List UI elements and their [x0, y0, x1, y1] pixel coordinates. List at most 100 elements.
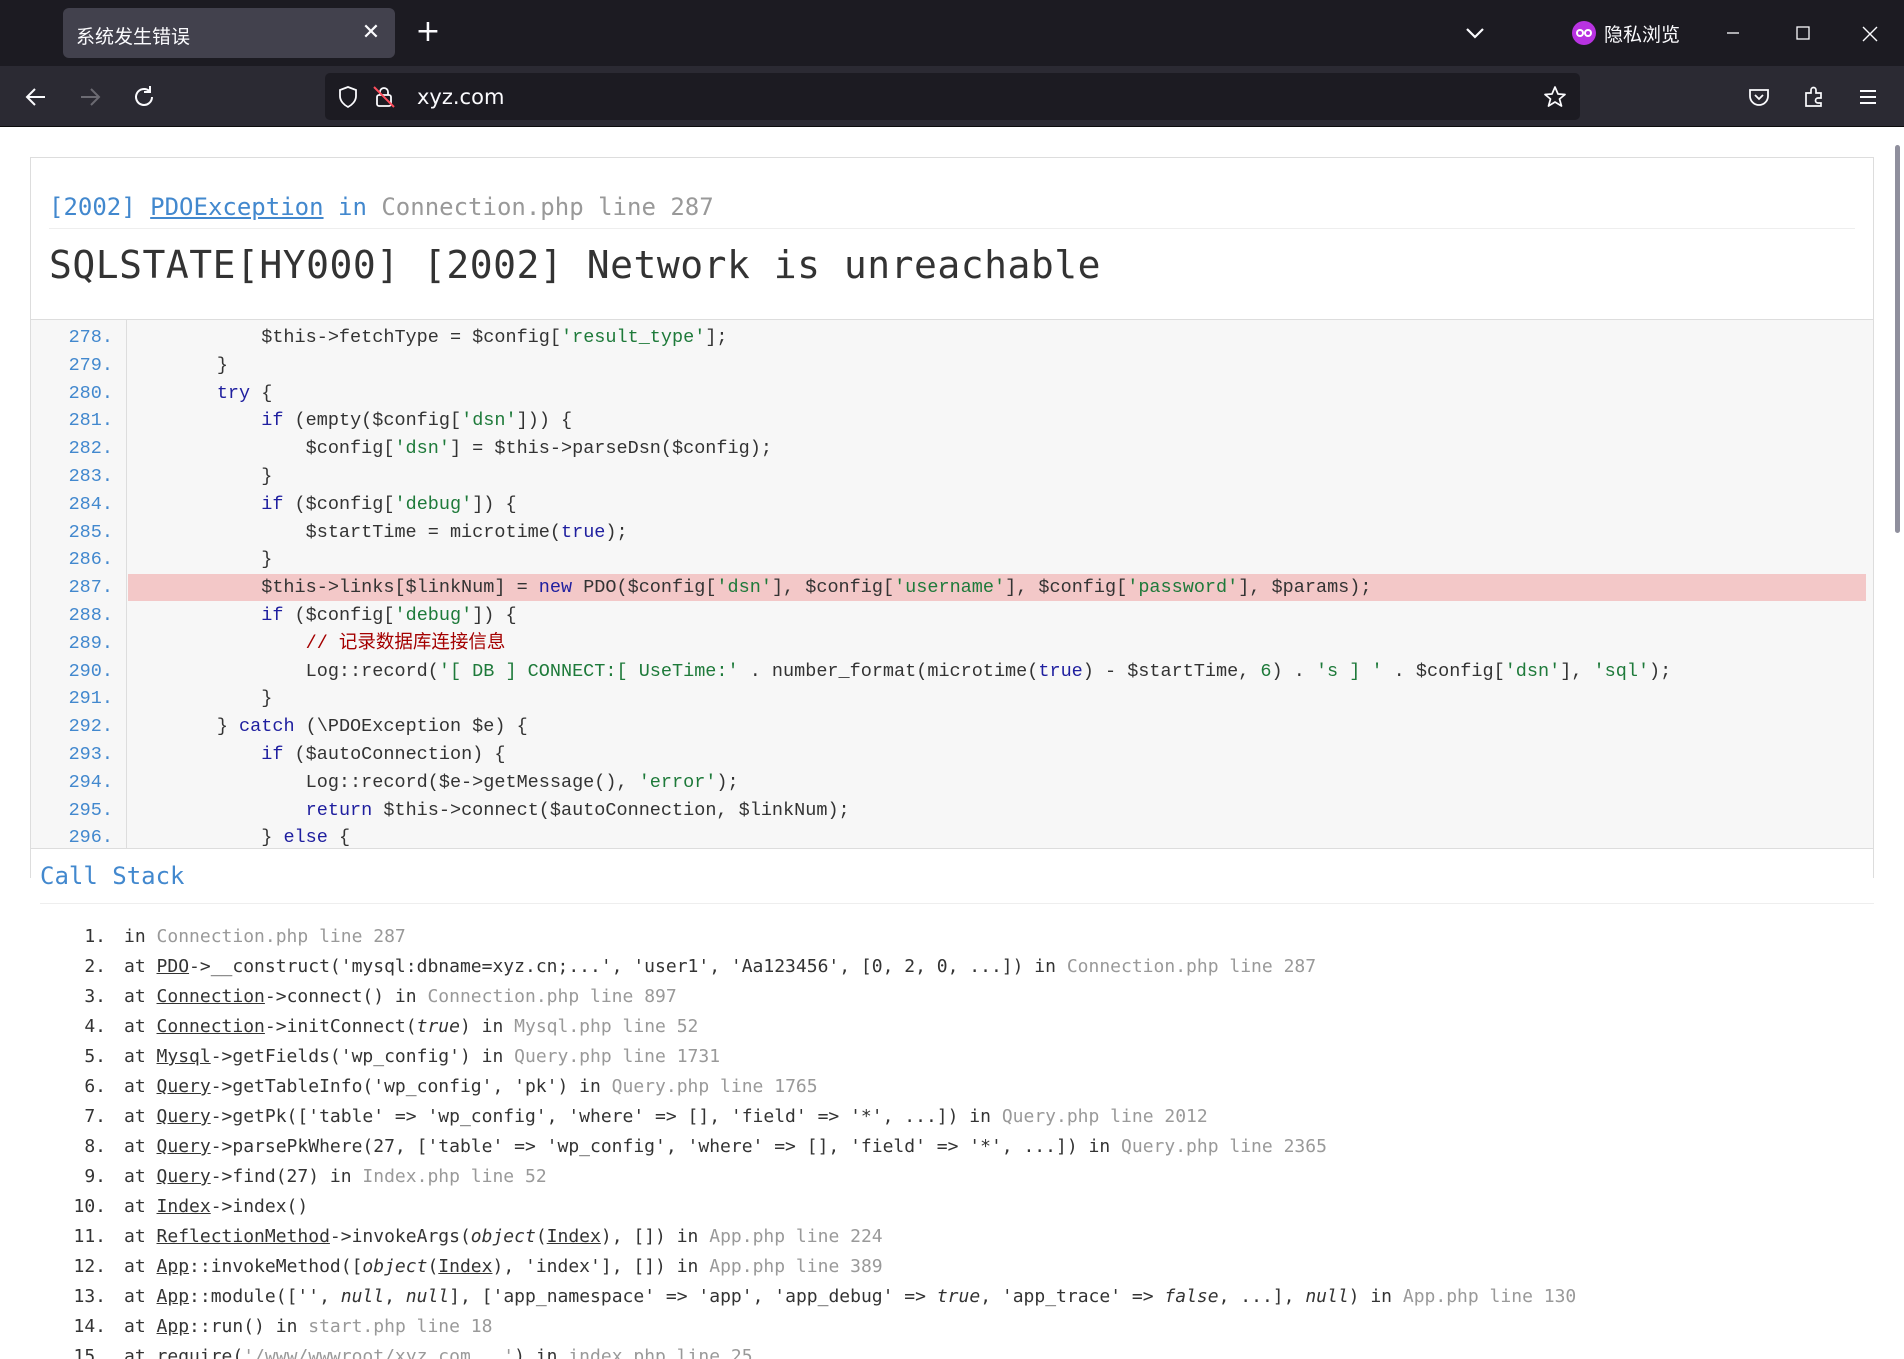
tab-title: 系统发生错误: [76, 26, 191, 48]
maximize-icon[interactable]: [1782, 14, 1822, 52]
exception-panel: [2002] PDOException in Connection.php li…: [30, 157, 1874, 878]
stack-frame-text: at Connection->initConnect(true) in Mysq…: [124, 1016, 699, 1037]
stack-frame: 1. in Connection.php line 287: [40, 922, 1874, 952]
minimize-icon[interactable]: [1713, 14, 1753, 52]
line-number: 296.: [68, 827, 113, 849]
close-window-icon[interactable]: [1850, 14, 1890, 52]
code-line: if ($config['debug']) {: [261, 605, 517, 626]
private-mask-icon: [1572, 21, 1596, 45]
bookmark-star-icon[interactable]: [1542, 84, 1568, 110]
stack-frame-number: 11.: [73, 1226, 106, 1247]
line-number: 288.: [68, 605, 113, 626]
private-browsing-indicator: 隐私浏览: [1572, 18, 1680, 48]
stack-frame: 10. at Index->index(): [40, 1192, 1874, 1222]
forward-arrow-icon[interactable]: [72, 79, 108, 115]
code-line: $startTime = microtime(true);: [128, 521, 628, 543]
address-bar[interactable]: xyz.com: [325, 73, 1580, 120]
url-text[interactable]: xyz.com: [417, 85, 504, 109]
line-number: 285.: [68, 521, 113, 543]
new-tab-icon[interactable]: +: [412, 16, 444, 48]
line-number: 291.: [68, 688, 113, 710]
stack-frame-number: 13.: [73, 1286, 106, 1307]
pocket-icon[interactable]: [1741, 79, 1777, 115]
code-line: if ($config['debug']) {: [261, 493, 517, 515]
code-line: } catch (\PDOException $e) {: [128, 716, 528, 738]
stack-frame-number: 12.: [73, 1256, 106, 1277]
line-number: 281.: [68, 410, 113, 432]
stack-frame-number: 4.: [84, 1016, 106, 1037]
stack-frame-text: at Query->find(27) in Index.php line 52: [124, 1166, 547, 1187]
stack-frame-number: 7.: [84, 1106, 106, 1127]
exception-code: [2002]: [49, 193, 136, 221]
code-line: }: [128, 688, 273, 710]
line-number: 283.: [68, 466, 113, 487]
reload-icon[interactable]: [126, 79, 162, 115]
stack-frame: 12. at App::invokeMethod([object(Index), …: [40, 1252, 1874, 1282]
code-line: }: [128, 549, 273, 571]
stack-frame: 15. at require('/www/wwwroot/xyz.com...')…: [40, 1342, 1874, 1359]
line-number: 294.: [68, 771, 113, 793]
line-number: 295.: [68, 799, 113, 821]
line-number: 279.: [68, 354, 113, 376]
code-line: $config['dsn'] = $this->parseDsn($config…: [128, 438, 772, 460]
code-line: Log::record('[ DB ] CONNECT:[ UseTime:' …: [128, 660, 1672, 682]
stack-frame-text: at Index->index(): [124, 1196, 309, 1217]
line-number: 282.: [68, 438, 113, 460]
line-number: 280.: [68, 382, 113, 404]
browser-navbar: xyz.com: [0, 66, 1904, 127]
code-line: // 记录数据库连接信息: [128, 632, 506, 654]
code-line: }: [128, 354, 228, 376]
stack-frame-number: 8.: [84, 1136, 106, 1157]
menu-icon[interactable]: [1850, 79, 1886, 115]
stack-frame-text: at Query->parsePkWhere(27, ['table' => '…: [124, 1136, 1327, 1157]
stack-frame: 14. at App::run() in start.php line 18: [40, 1312, 1874, 1342]
browser-tab[interactable]: 系统发生错误 ✕: [63, 8, 395, 58]
line-number: 292.: [68, 716, 113, 738]
stack-frame: 3. at Connection->connect() in Connection…: [40, 982, 1874, 1012]
extensions-icon[interactable]: [1796, 79, 1832, 115]
line-number: 290.: [68, 660, 113, 682]
call-stack-title: Call Stack: [40, 862, 1874, 904]
stack-frame-text: at App::run() in start.php line 18: [124, 1316, 493, 1337]
line-number: 284.: [68, 493, 113, 515]
close-tab-icon[interactable]: ✕: [357, 19, 385, 47]
stack-frame-number: 5.: [84, 1046, 106, 1067]
code-line: }: [128, 466, 273, 487]
page-scrollbar[interactable]: [1895, 145, 1900, 533]
code-line: if ($autoConnection) {: [261, 744, 506, 765]
shield-icon[interactable]: [335, 84, 361, 110]
insecure-lock-icon[interactable]: [371, 84, 397, 110]
stack-frame-number: 10.: [73, 1196, 106, 1217]
stack-frame-number: 2.: [84, 956, 106, 977]
stack-frame: 7. at Query->getPk(['table' => 'wp_config…: [40, 1102, 1874, 1132]
exception-file: Connection.php line 287: [381, 193, 714, 221]
exception-header: [2002] PDOException in Connection.php li…: [49, 193, 1855, 229]
line-number: 289.: [68, 632, 113, 654]
code-line: } else {: [128, 827, 351, 849]
stack-frame: 6. at Query->getTableInfo('wp_config', 'p…: [40, 1072, 1874, 1102]
stack-frame-number: 15.: [73, 1346, 106, 1359]
source-code-block: 278. 279. 280. 281. 282. 283. 284. 285. 286. 287.…: [31, 319, 1873, 849]
stack-frame-number: 14.: [73, 1316, 106, 1337]
stack-frame: 2. at PDO->__construct('mysql:dbname=xyz.…: [40, 952, 1874, 982]
chevron-down-icon[interactable]: [1460, 18, 1490, 48]
stack-frame: 8. at Query->parsePkWhere(27, ['table' =>…: [40, 1132, 1874, 1162]
stack-frame-text: in Connection.php line 287: [124, 926, 406, 947]
back-arrow-icon[interactable]: [18, 79, 54, 115]
exception-info: [2002] PDOException in Connection.php li…: [49, 193, 1855, 287]
line-number: 293.: [68, 744, 113, 765]
code-line: return $this->connect($autoConnection, $…: [305, 799, 850, 821]
stack-frame: 4. at Connection->initConnect(true) in My…: [40, 1012, 1874, 1042]
code-line: $this->fetchType = $config['result_type'…: [128, 327, 728, 348]
stack-frame-number: 3.: [84, 986, 106, 1007]
stack-frame-text: at Connection->connect() in Connection.p…: [124, 986, 677, 1007]
stack-frame-text: at Query->getPk(['table' => 'wp_config',…: [124, 1106, 1208, 1127]
exception-class-link[interactable]: PDOException: [150, 193, 323, 221]
line-number: 278.: [68, 327, 113, 348]
line-number-gutter: 278. 279. 280. 281. 282. 283. 284. 285. 286. 287.…: [31, 320, 127, 848]
stack-frame-text: at App::invokeMethod([object(Index), 'in…: [124, 1256, 883, 1277]
stack-frame-text: at App::module(['', null, null], ['app_n…: [124, 1286, 1577, 1307]
call-stack: Call Stack 1. in Connection.php line 287 2…: [40, 862, 1874, 1359]
line-number: 287.: [68, 577, 113, 599]
stack-frame-text: at require('/www/wwwroot/xyz.com...') in…: [124, 1346, 753, 1359]
